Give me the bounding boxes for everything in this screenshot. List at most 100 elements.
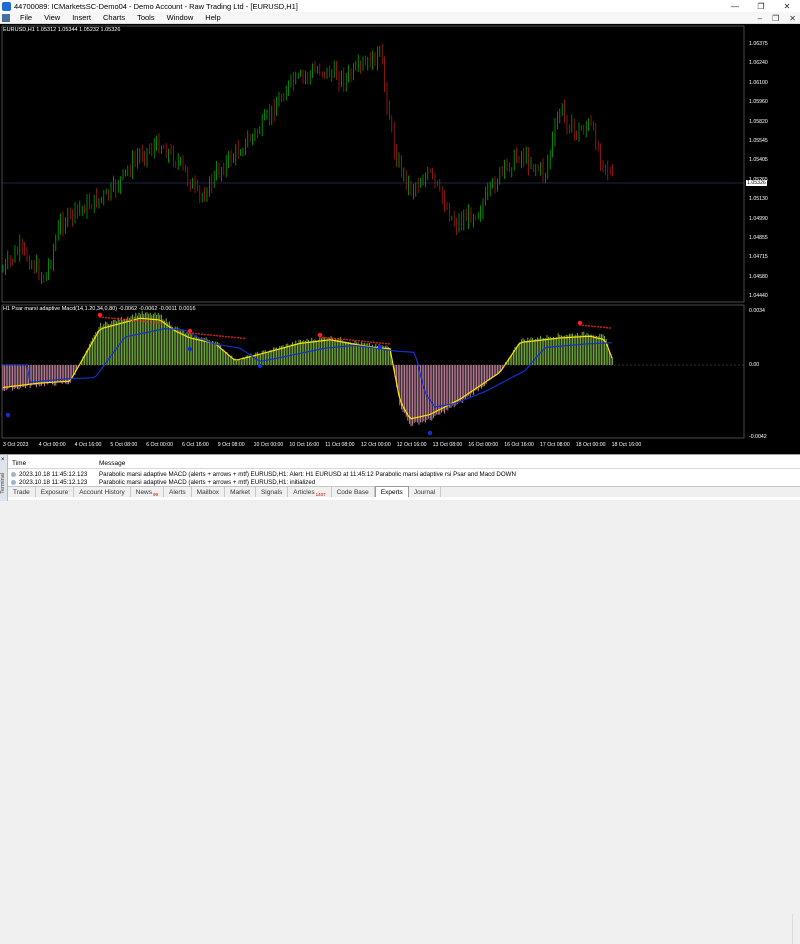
menu-window[interactable]: Window	[161, 13, 200, 22]
tab-account-history[interactable]: Account History	[74, 487, 131, 497]
tab-journal[interactable]: Journal	[409, 487, 442, 497]
news-badge: 99	[153, 491, 159, 497]
price-tick-label: 1.05820	[749, 118, 768, 125]
terminal-tabs: Trade Exposure Account History News 99 Al…	[8, 486, 800, 497]
time-tick-label: 4 Oct 00:00	[38, 442, 66, 448]
tab-articles[interactable]: Articles 1407	[288, 487, 332, 497]
signal-line	[2, 317, 613, 420]
psar-dot	[322, 336, 324, 339]
info-icon	[11, 480, 16, 485]
psar-dot	[222, 335, 224, 338]
psar-dot	[331, 337, 333, 340]
psar-dot	[346, 338, 348, 341]
chart-close-button[interactable]: ✕	[789, 14, 796, 23]
psar-marker	[97, 312, 103, 318]
chart-restore-button[interactable]: ❐	[772, 14, 779, 23]
chart-window-icon	[2, 13, 10, 22]
psar-dot	[385, 342, 387, 345]
psar-dot	[352, 339, 354, 342]
price-tick-label: 1.06240	[749, 60, 768, 67]
psar-marker	[427, 430, 433, 436]
psar-dot	[210, 334, 212, 336]
symbol-header: EURUSD,H1 1.05312 1.05344 1.05232 1.0532…	[3, 27, 121, 33]
price-tick-label: 1.05265	[749, 176, 768, 183]
psar-dot	[159, 322, 161, 324]
psar-dot	[325, 336, 327, 339]
psar-dot	[195, 332, 197, 335]
articles-badge: 1407	[315, 491, 326, 497]
tab-news[interactable]: News 99	[131, 487, 165, 497]
psar-dot	[123, 318, 125, 321]
psar-dot	[376, 341, 378, 344]
indicator-tick-label: 0.00	[749, 362, 760, 368]
menu-help[interactable]: Help	[199, 13, 226, 22]
menu-file[interactable]: File	[14, 13, 38, 22]
column-message[interactable]: Message	[99, 460, 125, 467]
chart-minimize-button[interactable]: –	[758, 14, 762, 23]
psar-marker	[577, 320, 583, 326]
close-button[interactable]: ✕	[774, 0, 800, 12]
psar-dot	[388, 343, 390, 345]
tab-market[interactable]: Market	[225, 487, 256, 497]
psar-dot	[243, 337, 245, 340]
minimize-button[interactable]: —	[722, 0, 748, 12]
tab-code-base[interactable]: Code Base	[332, 487, 375, 497]
chart-canvas[interactable]	[0, 24, 800, 454]
psar-dot	[141, 320, 143, 323]
psar-marker	[5, 412, 11, 418]
terminal-side-label: Terminal	[0, 473, 6, 494]
row-message: Parabolic marsi adaptive MACD (alerts + …	[99, 479, 316, 486]
row-time: 2023.10.18 11:45:12.123	[19, 479, 88, 486]
tab-trade[interactable]: Trade	[8, 487, 36, 497]
psar-dot	[153, 321, 155, 324]
psar-dot	[240, 337, 242, 339]
tab-exposure[interactable]: Exposure	[36, 487, 75, 497]
psar-dot	[370, 341, 372, 343]
menu-charts[interactable]: Charts	[97, 13, 131, 22]
table-row[interactable]: 2023.10.18 11:45:12.123 Parabolic marsi …	[8, 479, 800, 486]
table-row[interactable]: 2023.10.18 11:45:12.123 Parabolic marsi …	[8, 470, 800, 479]
psar-dot	[364, 340, 366, 343]
terminal-scrollbar[interactable]	[792, 914, 800, 944]
tab-mailbox[interactable]: Mailbox	[192, 487, 226, 497]
psar-dot	[105, 316, 107, 319]
menu-tools[interactable]: Tools	[131, 13, 161, 22]
menu-view[interactable]: View	[38, 13, 66, 22]
time-tick-label: 6 Oct 16:00	[182, 442, 209, 448]
price-tick-label: 1.04855	[749, 235, 768, 241]
price-tick-label: 1.05545	[749, 138, 768, 144]
psar-dot	[591, 325, 593, 328]
journal-header: Time Message	[8, 459, 800, 469]
psar-dot	[373, 341, 375, 344]
tab-experts[interactable]: Experts	[374, 486, 409, 497]
psar-dot	[201, 333, 203, 336]
price-tick-label: 1.04440	[749, 293, 768, 300]
time-tick-label: 16 Oct 00:00	[468, 442, 499, 448]
psar-dot	[382, 342, 384, 345]
chart-area[interactable]: EURUSD,H1 1.05312 1.05344 1.05232 1.0532…	[0, 24, 800, 454]
menu-insert[interactable]: Insert	[66, 13, 97, 22]
psar-dot	[132, 319, 134, 322]
column-time[interactable]: Time	[8, 460, 99, 467]
psar-dot	[597, 325, 599, 328]
menu-bar: File View Insert Charts Tools Window Hel…	[0, 12, 800, 24]
psar-dot	[120, 318, 122, 320]
psar-marker	[257, 363, 263, 369]
psar-dot	[213, 334, 215, 337]
tab-alerts[interactable]: Alerts	[164, 487, 192, 497]
psar-dot	[379, 342, 381, 344]
time-tick-label: 9 Oct 08:00	[217, 442, 245, 448]
psar-dot	[231, 336, 233, 339]
time-tick-label: 10 Oct 16:00	[289, 442, 320, 448]
psar-dot	[138, 320, 140, 322]
main-chart-frame	[1, 25, 745, 303]
terminal-close-button[interactable]: ×	[1, 457, 5, 463]
psar-dot	[228, 336, 230, 338]
restore-button[interactable]: ❐	[748, 0, 774, 12]
tab-signals[interactable]: Signals	[256, 487, 289, 497]
psar-dot	[337, 337, 339, 340]
psar-dot	[135, 319, 137, 322]
psar-dot	[117, 317, 119, 320]
psar-dot	[328, 337, 330, 339]
terminal-panel: × Terminal Time Message 2023.10.18 11:45…	[0, 454, 800, 944]
